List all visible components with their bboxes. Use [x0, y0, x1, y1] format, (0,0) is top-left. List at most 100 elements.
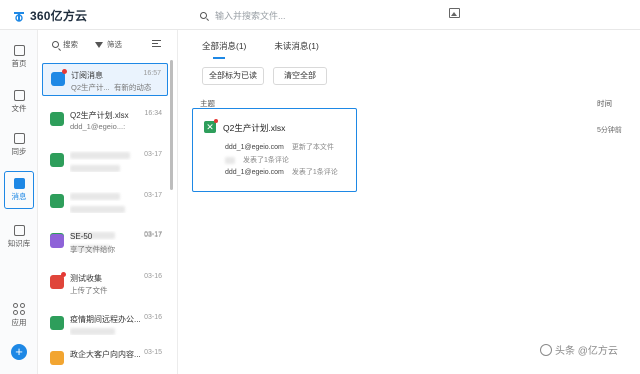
list-item-time: 03-16 [144, 273, 162, 280]
watermark-logo-icon [540, 343, 552, 356]
list-item-title: 测试收集 [70, 274, 102, 283]
list-item-preview-text: 有新的动态 [113, 83, 152, 92]
message-list-panel: 搜索 筛选 订阅消息 16:57 Q2生产计... 有新的动态 Q2生产计划.x… [38, 30, 178, 374]
unread-badge [62, 69, 67, 74]
list-item[interactable]: Q2生产计划.xlsx 16:34 ddd_1@egeio...: [42, 104, 168, 137]
notification-event: 发表了1条评论 [225, 155, 289, 165]
list-item[interactable]: SE-50 03-17 享了文件给你 [42, 226, 168, 259]
event-user: ddd_1@egeio.com [225, 169, 284, 176]
list-item-preview-file: Q2生产计... [71, 83, 110, 92]
watermark: 头条 @亿方云 [540, 342, 618, 357]
nav-sync[interactable]: 同步 [2, 128, 36, 162]
list-item[interactable]: 订阅消息 16:57 Q2生产计... 有新的动态 [42, 63, 168, 96]
home-icon [13, 45, 25, 56]
folder-icon [13, 90, 25, 101]
share-icon [50, 234, 64, 248]
nav-apps[interactable]: 应用 [2, 298, 36, 332]
book-icon [13, 225, 25, 236]
list-item[interactable]: 政企大客户向内容... 03-15 [42, 343, 168, 374]
global-search[interactable]: 输入并搜索文件... [200, 7, 470, 23]
tab-unread-messages[interactable]: 未读消息(1) [274, 40, 318, 59]
chat-icon [50, 194, 64, 208]
list-item-time: 03-15 [144, 349, 162, 356]
apps-icon [13, 302, 25, 315]
nav-files[interactable]: 文件 [2, 85, 36, 119]
nav-apps-label: 应用 [11, 317, 27, 327]
unread-badge [214, 119, 218, 123]
sync-folder-icon [13, 133, 25, 144]
subscription-icon [51, 72, 65, 86]
event-action: 发表了1条评论 [291, 169, 338, 176]
list-item-preview: 享了文件给你 [70, 245, 115, 254]
nav-home[interactable]: 首页 [2, 40, 36, 74]
list-item-title: Q2生产计划.xlsx [70, 111, 129, 120]
list-item-title: 疫情期间远程办公... [70, 315, 140, 324]
event-action: 发表了1条评论 [243, 157, 289, 164]
nav-knowledge-label: 知识库 [7, 239, 31, 248]
list-item[interactable]: 03-17 [42, 186, 168, 219]
nav-messages-label: 消息 [11, 192, 27, 201]
event-user: ddd_1@egeio.com [225, 144, 284, 151]
folder-icon [50, 351, 64, 365]
list-item-time: 03-16 [144, 314, 162, 321]
brand-logo[interactable]: 360亿方云 [12, 7, 87, 24]
nav-messages[interactable]: 消息 [4, 171, 34, 209]
event-user-redacted [225, 156, 235, 164]
list-item-time: 03-17 [144, 151, 162, 158]
unread-badge [61, 272, 66, 277]
mark-all-read-button[interactable]: 全部标为已读 [202, 67, 264, 85]
list-item[interactable]: 测试收集 03-16 上传了文件 [42, 267, 168, 300]
list-item-preview-redacted [70, 326, 168, 335]
sort-icon[interactable] [152, 40, 161, 47]
list-item-title-redacted [70, 192, 140, 201]
notification-event: ddd_1@egeio.com 发表了1条评论 [225, 167, 338, 177]
list-item-title: 订阅消息 [71, 71, 103, 80]
filter-button[interactable]: 筛选 [95, 39, 122, 50]
notification-file-name[interactable]: Q2生产计划.xlsx [223, 122, 285, 134]
event-action: 更新了本文件 [291, 144, 334, 151]
list-item-preview-redacted [70, 163, 168, 172]
column-time: 时间 [597, 99, 612, 108]
list-item-title: SE-50 [70, 232, 93, 241]
add-button[interactable]: + [11, 344, 27, 360]
list-item-preview: Q2生产计... 有新的动态 [71, 82, 169, 93]
brand-name: 360亿方云 [30, 9, 88, 23]
list-item[interactable]: 03-17 [42, 145, 168, 178]
nav-files-label: 文件 [11, 104, 27, 113]
notification-time: 5分钟前 [597, 127, 622, 134]
top-bar: 360亿方云 输入并搜索文件... [0, 0, 640, 30]
search-icon [52, 41, 59, 48]
image-search-icon[interactable] [449, 8, 460, 18]
chat-icon [50, 153, 64, 167]
filter-icon [95, 41, 103, 48]
list-item-time: 16:57 [143, 70, 161, 77]
nav-sync-label: 同步 [11, 147, 27, 156]
clear-all-button[interactable]: 清空全部 [273, 67, 327, 85]
list-item[interactable]: 疫情期间远程办公... 03-16 [42, 308, 168, 341]
list-item-time: 16:34 [144, 110, 162, 117]
tab-all-messages[interactable]: 全部消息(1) [202, 40, 246, 59]
list-search-button[interactable]: 搜索 [52, 39, 78, 50]
notification-event: ddd_1@egeio.com 更新了本文件 [225, 142, 334, 152]
message-icon [13, 178, 25, 189]
list-item-title: 政企大客户向内容... [70, 350, 140, 359]
nav-knowledge[interactable]: 知识库 [2, 220, 36, 254]
list-toolbar: 搜索 筛选 [38, 30, 178, 58]
list-item-time: 03-17 [144, 232, 162, 239]
left-rail: 首页 文件 同步 消息 知识库 应用 + [0, 30, 38, 374]
search-icon [200, 11, 207, 19]
notification-card[interactable]: ✕ Q2生产计划.xlsx ddd_1@egeio.com 更新了本文件 发表了1… [192, 108, 357, 192]
message-detail-pane: 全部消息(1) 未读消息(1) 全部标为已读 清空全部 主题 时间 ✕ Q2生产… [178, 30, 640, 374]
list-item-time: 03-17 [144, 192, 162, 199]
watermark-text: 头条 @亿方云 [555, 346, 618, 357]
chat-icon [50, 316, 64, 330]
nav-home-label: 首页 [11, 59, 27, 68]
list-item-title-redacted [70, 151, 140, 160]
list-item-preview: 上传了文件 [70, 286, 108, 295]
list-search-label: 搜索 [63, 40, 78, 49]
list-scrollbar[interactable] [170, 60, 173, 190]
filter-label: 筛选 [107, 40, 122, 49]
list-item-preview: ddd_1@egeio...: [70, 122, 126, 131]
search-input[interactable]: 输入并搜索文件... [215, 9, 286, 22]
collect-icon [50, 275, 64, 289]
